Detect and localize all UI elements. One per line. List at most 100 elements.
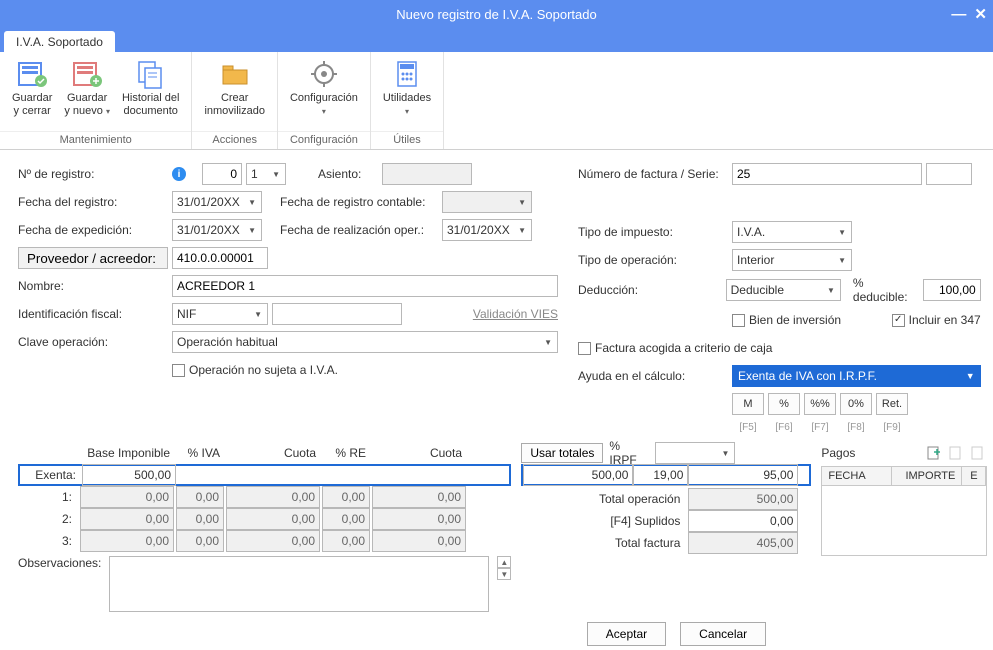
factura-caja-checkbox[interactable]: Factura acogida a criterio de caja bbox=[578, 341, 772, 355]
pago-col-importe: IMPORTE bbox=[892, 467, 962, 485]
incluir-347-checkbox[interactable]: Incluir en 347 bbox=[892, 313, 981, 327]
chevron-down-icon[interactable]: ▾ bbox=[322, 107, 326, 116]
cuota2-3[interactable]: 0,00 bbox=[372, 530, 466, 552]
guardar-cerrar-button[interactable]: Guardary cerrar bbox=[6, 56, 58, 120]
num-factura-input[interactable] bbox=[732, 163, 922, 185]
obs-up[interactable]: ▲ bbox=[497, 556, 511, 568]
pre-3[interactable]: 0,00 bbox=[322, 530, 370, 552]
guardar-nuevo-button[interactable]: Guardary nuevo ▾ bbox=[58, 56, 116, 120]
configuracion-button[interactable]: Configuración▾ bbox=[284, 56, 364, 120]
calculator-icon bbox=[391, 58, 423, 90]
fecha-expedicion-input[interactable]: 31/01/20XX▼ bbox=[172, 219, 262, 241]
base-3[interactable]: 0,00 bbox=[80, 530, 174, 552]
usar-totales-button[interactable]: Usar totales bbox=[521, 443, 603, 463]
nombre-input[interactable] bbox=[172, 275, 558, 297]
row-label: 2: bbox=[18, 512, 78, 526]
asiento-label: Asiento: bbox=[318, 167, 378, 181]
num-factura-label: Número de factura / Serie: bbox=[578, 167, 728, 181]
quick-m-button[interactable]: M bbox=[732, 393, 764, 415]
tipo-operacion-select[interactable]: Interior▼ bbox=[732, 249, 852, 271]
hdr-pct-re: % RE bbox=[322, 446, 370, 460]
ribbon-group-mantenimiento: Mantenimiento bbox=[0, 131, 191, 149]
irpf-pct[interactable]: 19,00 bbox=[633, 464, 688, 486]
window-title: Nuevo registro de I.V.A. Soportado bbox=[396, 7, 596, 22]
folder-icon bbox=[219, 58, 251, 90]
fecha-operacion-label: Fecha de realización oper.: bbox=[280, 223, 438, 237]
crear-inmovilizado-button[interactable]: Crearinmovilizado bbox=[198, 56, 271, 120]
num-registro-a-input[interactable] bbox=[202, 163, 242, 185]
tipo-impuesto-select[interactable]: I.V.A.▼ bbox=[732, 221, 852, 243]
fecha-registro-label: Fecha del registro: bbox=[18, 195, 168, 209]
row-label: 3: bbox=[18, 534, 78, 548]
pagos-label: Pagos bbox=[821, 446, 855, 460]
suplidos-val[interactable]: 0,00 bbox=[688, 510, 798, 532]
close-icon[interactable]: ✕ bbox=[974, 5, 987, 23]
irpf-select[interactable]: ▼ bbox=[655, 442, 735, 464]
proveedor-button[interactable]: Proveedor / acreedor: bbox=[18, 247, 168, 269]
id-fiscal-tipo-select[interactable]: NIF▼ bbox=[172, 303, 268, 325]
ayuda-calculo-select[interactable]: Exenta de IVA con I.R.P.F.▼ bbox=[732, 365, 981, 387]
fecha-registro-input[interactable]: 31/01/20XX▼ bbox=[172, 191, 262, 213]
pre-2[interactable]: 0,00 bbox=[322, 508, 370, 530]
irpf-cuota[interactable]: 95,00 bbox=[688, 464, 798, 486]
total-operacion-val: 500,00 bbox=[688, 488, 798, 510]
pagos-table[interactable]: FECHA IMPORTE E bbox=[821, 466, 987, 556]
pago-add-icon[interactable] bbox=[925, 444, 943, 462]
exenta-input[interactable]: 500,00 bbox=[82, 464, 176, 486]
minimize-icon[interactable]: — bbox=[951, 6, 966, 23]
tab-iva-soportado[interactable]: I.V.A. Soportado bbox=[4, 31, 115, 52]
piva-1[interactable]: 0,00 bbox=[176, 486, 224, 508]
quick-pctpct-button[interactable]: %% bbox=[804, 393, 836, 415]
bien-inversion-checkbox[interactable]: Bien de inversión bbox=[732, 313, 841, 327]
clave-operacion-select[interactable]: Operación habitual▼ bbox=[172, 331, 558, 353]
operacion-no-sujeta-checkbox[interactable]: Operación no sujeta a I.V.A. bbox=[172, 363, 338, 377]
quick-pct-button[interactable]: % bbox=[768, 393, 800, 415]
pago-del-icon[interactable] bbox=[969, 444, 987, 462]
deduccion-label: Deducción: bbox=[578, 283, 722, 297]
obs-down[interactable]: ▼ bbox=[497, 568, 511, 580]
piva-2[interactable]: 0,00 bbox=[176, 508, 224, 530]
id-fiscal-label: Identificación fiscal: bbox=[18, 307, 168, 321]
base-2[interactable]: 0,00 bbox=[80, 508, 174, 530]
fecha-contable-input[interactable]: ▼ bbox=[442, 191, 532, 213]
proveedor-input[interactable] bbox=[172, 247, 268, 269]
fkey-f8: [F8] bbox=[840, 422, 872, 433]
titlebar: Nuevo registro de I.V.A. Soportado — ✕ bbox=[0, 0, 993, 28]
chevron-down-icon[interactable]: ▾ bbox=[405, 107, 409, 116]
info-icon[interactable]: i bbox=[172, 167, 186, 181]
num-registro-b-select[interactable]: 1▼ bbox=[246, 163, 286, 185]
cuota1-3[interactable]: 0,00 bbox=[226, 530, 320, 552]
base-1[interactable]: 0,00 bbox=[80, 486, 174, 508]
validacion-vies-link[interactable]: Validación VIES bbox=[473, 307, 558, 321]
observaciones-input[interactable] bbox=[109, 556, 489, 612]
num-registro-label: Nº de registro: bbox=[18, 167, 168, 181]
piva-3[interactable]: 0,00 bbox=[176, 530, 224, 552]
irpf-base[interactable]: 500,00 bbox=[523, 464, 633, 486]
serie-input[interactable] bbox=[926, 163, 972, 185]
hdr-cuota2: Cuota bbox=[372, 446, 466, 460]
id-fiscal-input[interactable] bbox=[272, 303, 402, 325]
cuota1-1[interactable]: 0,00 bbox=[226, 486, 320, 508]
historial-documento-button[interactable]: Historial deldocumento bbox=[116, 56, 185, 120]
ribbon: Guardary cerrar Guardary nuevo ▾ Histori… bbox=[0, 52, 993, 150]
pct-deducible-input[interactable] bbox=[923, 279, 981, 301]
hdr-pct-irpf: % IRPF bbox=[605, 439, 653, 467]
pago-edit-icon[interactable] bbox=[947, 444, 965, 462]
quick-ret-button[interactable]: Ret. bbox=[876, 393, 908, 415]
cuota1-2[interactable]: 0,00 bbox=[226, 508, 320, 530]
cancelar-button[interactable]: Cancelar bbox=[680, 622, 766, 646]
deduccion-select[interactable]: Deducible▼ bbox=[726, 279, 841, 301]
cuota2-1[interactable]: 0,00 bbox=[372, 486, 466, 508]
gear-icon bbox=[308, 58, 340, 90]
save-new-icon bbox=[71, 58, 103, 90]
total-operacion-label: Total operación bbox=[521, 492, 686, 506]
pre-1[interactable]: 0,00 bbox=[322, 486, 370, 508]
fecha-operacion-input[interactable]: 31/01/20XX▼ bbox=[442, 219, 532, 241]
utilidades-button[interactable]: Utilidades▾ bbox=[377, 56, 437, 120]
total-factura-label: Total factura bbox=[521, 536, 686, 550]
history-icon bbox=[135, 58, 167, 90]
aceptar-button[interactable]: Aceptar bbox=[587, 622, 666, 646]
cuota2-2[interactable]: 0,00 bbox=[372, 508, 466, 530]
quick-0pct-button[interactable]: 0% bbox=[840, 393, 872, 415]
chevron-down-icon[interactable]: ▾ bbox=[106, 107, 110, 116]
